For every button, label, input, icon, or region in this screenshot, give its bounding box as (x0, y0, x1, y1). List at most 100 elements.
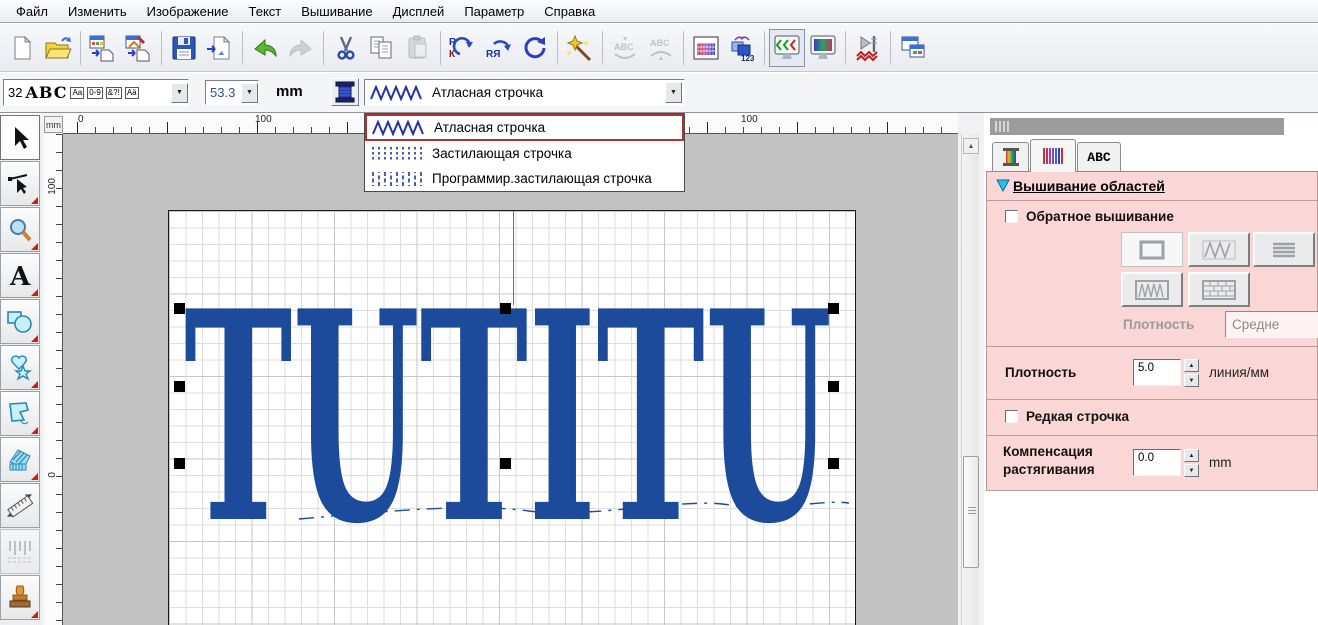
scrollbar-thumb[interactable] (963, 456, 979, 568)
stamp-tool[interactable] (0, 575, 40, 620)
rotate-right-icon[interactable]: RЯ (481, 29, 517, 67)
compensation-spin-up[interactable]: ▲ (1184, 449, 1199, 462)
toolbar-separator (683, 31, 684, 65)
selection-handle-bottom-left[interactable] (174, 458, 185, 469)
selection-handle-bottom-right[interactable] (828, 458, 839, 469)
selection-handle-mid-left[interactable] (174, 381, 185, 392)
stitch-order-icon[interactable]: 123 (724, 29, 760, 67)
scroll-up-button[interactable]: ▲ (963, 138, 979, 154)
measure-tool[interactable] (0, 483, 40, 528)
stitch-dropdown-arrow[interactable]: ▼ (665, 82, 682, 103)
copy-icon[interactable] (364, 29, 400, 67)
new-document-icon[interactable] (4, 29, 40, 67)
freeform-tool[interactable] (0, 391, 40, 436)
underlay-lines-button[interactable] (1253, 232, 1315, 267)
menu-edit[interactable]: Изменить (58, 2, 137, 21)
window-arrange-icon[interactable] (895, 29, 931, 67)
density-spin-up[interactable]: ▲ (1184, 359, 1199, 372)
compensation-spin-down[interactable]: ▼ (1184, 464, 1199, 477)
font-dropdown-arrow[interactable]: ▼ (171, 83, 188, 103)
refresh-icon[interactable] (517, 29, 553, 67)
stitch-option-fill[interactable]: Застилающая строчка (365, 141, 684, 166)
select-tool[interactable] (0, 115, 40, 160)
ruler-icon (6, 492, 34, 520)
tool-palette: A (0, 115, 41, 625)
selection-handle-mid-right[interactable] (828, 381, 839, 392)
tab-stitch-settings[interactable] (1030, 139, 1076, 172)
menu-text[interactable]: Текст (239, 2, 292, 21)
shape-tool[interactable] (0, 299, 40, 344)
export-file-icon[interactable] (202, 29, 238, 67)
underlay-brick-button[interactable] (1188, 272, 1250, 307)
import-image-icon[interactable] (121, 29, 157, 67)
menu-help[interactable]: Справка (534, 2, 605, 21)
node-edit-tool[interactable] (0, 161, 40, 206)
underlay-zigzag-button[interactable] (1188, 232, 1250, 267)
underlay-none-button[interactable] (1121, 232, 1183, 267)
font-selector[interactable]: 32 ABC Aa 0-9 &?! Аä ▼ (3, 79, 189, 106)
thread-spool-color-icon (1000, 147, 1022, 167)
letter-height-selector[interactable]: 53.3 ▼ (205, 80, 259, 105)
compensation-value: 0.0 (1138, 452, 1154, 464)
selection-handle-top-left[interactable] (174, 303, 185, 314)
panel-grab-bar[interactable] (990, 118, 1284, 135)
canvas-background[interactable]: TUTITU (63, 134, 958, 625)
svg-text:RЯ: RЯ (486, 49, 500, 60)
sparse-stitch-checkbox[interactable] (1005, 410, 1018, 423)
stitch-type-selector[interactable]: Атласная строчка ▼ (364, 79, 685, 106)
toolbar-separator (161, 31, 162, 65)
section-header[interactable]: Вышивание областей (986, 172, 1318, 201)
undo-icon[interactable] (247, 29, 283, 67)
stitch-view-icon[interactable] (769, 29, 805, 67)
section-title: Вышивание областей (1013, 178, 1165, 194)
tab-text-settings[interactable]: ABC (1077, 142, 1121, 171)
rotate-left-icon[interactable]: RК (445, 29, 481, 67)
menu-image[interactable]: Изображение (137, 2, 239, 21)
save-icon[interactable] (166, 29, 202, 67)
stamp-icon (7, 584, 33, 612)
menu-file[interactable]: Файл (6, 2, 58, 21)
menu-embroidery[interactable]: Вышивание (291, 2, 382, 21)
paste-icon[interactable] (400, 29, 436, 67)
selection-handle-top-right[interactable] (828, 303, 839, 314)
reverse-embroidery-checkbox[interactable] (1005, 210, 1018, 223)
selection-handle-bottom-center[interactable] (500, 458, 511, 469)
text-arc-up-icon[interactable]: ABC (643, 29, 679, 67)
stitch-option-programmable-fill[interactable]: Программир.застилающая строчка (365, 166, 684, 191)
compensation-input[interactable]: 0.0 (1133, 449, 1181, 476)
tab-thread-colors[interactable] (992, 142, 1029, 171)
svg-text:ABC: ABC (614, 42, 634, 52)
stitch-option-satin[interactable]: Атласная строчка (365, 114, 684, 141)
underlay-dense-zigzag-button[interactable] (1121, 272, 1183, 307)
density-preset-field[interactable]: Средне (1225, 311, 1318, 338)
text-tool[interactable]: A (0, 253, 40, 298)
import-design-icon[interactable] (85, 29, 121, 67)
sew-simulator-icon[interactable] (850, 29, 886, 67)
height-dropdown-arrow[interactable]: ▼ (241, 83, 258, 103)
menu-display[interactable]: Дисплей (383, 2, 455, 21)
selection-handle-top-center[interactable] (500, 303, 511, 314)
open-file-icon[interactable] (40, 29, 76, 67)
density-input[interactable]: 5.0 (1133, 359, 1181, 386)
menu-bar: Файл Изменить Изображение Текст Вышивани… (0, 0, 1318, 23)
thumb-grip (968, 507, 976, 508)
density-spin-down[interactable]: ▼ (1184, 374, 1199, 387)
menu-parameter[interactable]: Параметр (454, 2, 534, 21)
redo-icon[interactable] (283, 29, 319, 67)
cut-icon[interactable] (328, 29, 364, 67)
realistic-view-icon[interactable] (805, 29, 841, 67)
column-stitch-tool[interactable] (0, 437, 40, 482)
vertical-scrollbar[interactable]: ▲ (961, 134, 979, 625)
stitch-pattern-icon (1041, 146, 1065, 166)
star-shape-tool[interactable] (0, 345, 40, 390)
stitch-palette-icon[interactable] (688, 29, 724, 67)
machine-stitch-tool[interactable] (0, 529, 40, 574)
design-page[interactable]: TUTITU (168, 210, 856, 625)
zoom-tool[interactable] (0, 207, 40, 252)
magic-wand-icon[interactable] (562, 29, 598, 67)
abc-tab-label: ABC (1087, 150, 1110, 165)
vertical-ruler: 100 0 (44, 134, 63, 625)
thread-spool-button[interactable] (331, 78, 359, 106)
density-preset-value: Средне (1232, 317, 1279, 332)
text-arc-down-icon[interactable]: ABC (607, 29, 643, 67)
